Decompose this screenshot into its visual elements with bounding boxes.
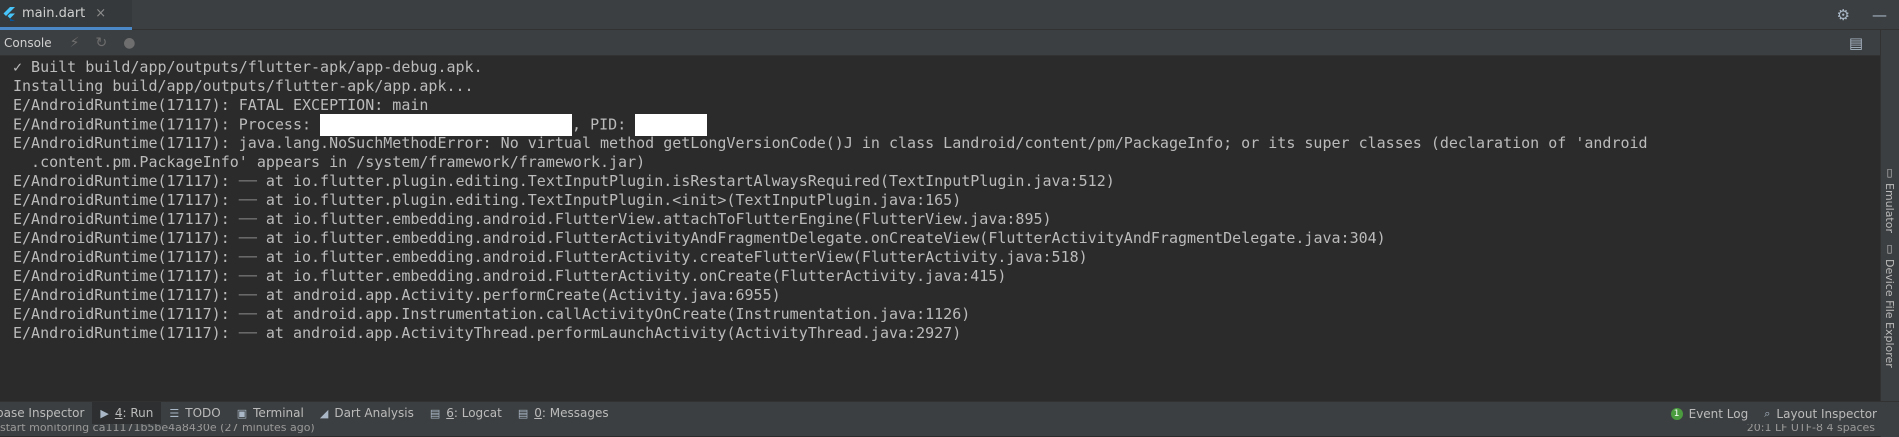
editor-tab-bar: main.dart × ⚙ — (0, 0, 1899, 30)
bottom-tool-tabs: base Inspector ▶ 4: Run ☰ TODO ▣ Termina… (0, 401, 1899, 425)
tab-event-log[interactable]: 1 Event Log (1663, 402, 1757, 425)
stack-line: E/AndroidRuntime(17117): ── at android.a… (13, 285, 781, 305)
log-prefix: E/AndroidRuntime(17117): (13, 305, 239, 323)
side-tool-label: Device File Explorer (1883, 259, 1896, 368)
tab-dart-analysis[interactable]: ◢ Dart Analysis (312, 402, 422, 425)
editor-tab-title: main.dart (22, 6, 86, 21)
console-line: Installing build/app/outputs/flutter-apk… (13, 77, 474, 95)
stack-frame-link[interactable]: at io.flutter.embedding.android.FlutterA… (266, 248, 1088, 266)
stack-line: E/AndroidRuntime(17117): ── at android.a… (13, 304, 970, 324)
lightning-icon[interactable]: ⚡ (70, 35, 80, 51)
tab-label: : Logcat (453, 406, 502, 420)
log-prefix: E/AndroidRuntime(17117): (13, 172, 239, 190)
log-prefix: E/AndroidRuntime(17117): (13, 210, 239, 228)
flutter-file-icon (3, 6, 15, 21)
layout-settings-icon[interactable]: ▤ (1849, 34, 1863, 52)
log-prefix: E/AndroidRuntime(17117): (13, 229, 239, 247)
tab-label: TODO (185, 406, 221, 420)
stack-frame-link[interactable]: at io.flutter.embedding.android.FlutterA… (266, 229, 1386, 247)
stack-frame-link[interactable]: at android.app.ActivityThread.performLau… (266, 324, 961, 342)
indent-arrow-icon: ── (238, 248, 257, 266)
emulator-icon: ▯ (1883, 166, 1896, 179)
console-line: E/AndroidRuntime(17117): java.lang.NoSuc… (13, 134, 1648, 152)
editor-tab-main-dart[interactable]: main.dart × (0, 0, 132, 30)
dart-analysis-icon: ◢ (319, 406, 329, 420)
stack-line: E/AndroidRuntime(17117): ── at io.flutte… (13, 190, 961, 210)
indent-arrow-icon: ── (238, 324, 257, 342)
layout-inspector-icon: ⌕ (1764, 406, 1771, 420)
hot-restart-icon[interactable]: ↻ (95, 35, 107, 51)
log-prefix: E/AndroidRuntime(17117): Process: (13, 115, 321, 134)
list-icon: ☰ (169, 406, 180, 420)
tab-todo[interactable]: ☰ TODO (161, 402, 228, 425)
log-prefix: E/AndroidRuntime(17117): (13, 267, 239, 285)
stack-line: E/AndroidRuntime(17117): ── at io.flutte… (13, 247, 1088, 267)
stack-line: E/AndroidRuntime(17117): ── at io.flutte… (13, 209, 1052, 229)
tab-logcat[interactable]: ▤ 6: Logcat (422, 402, 510, 425)
tab-label: Layout Inspector (1776, 406, 1877, 421)
tab-terminal[interactable]: ▣ Terminal (229, 402, 312, 425)
stack-line: E/AndroidRuntime(17117): ── at android.a… (13, 323, 961, 343)
console-line: ✓ Built build/app/outputs/flutter-apk/ap… (13, 58, 483, 76)
stack-line: E/AndroidRuntime(17117): ── at io.flutte… (13, 266, 1006, 286)
indent-arrow-icon: ── (238, 305, 257, 323)
tab-label: : Run (122, 406, 154, 420)
tab-label: : Messages (541, 406, 609, 420)
log-prefix: E/AndroidRuntime(17117): (13, 248, 239, 266)
stack-line: E/AndroidRuntime(17117): ── at io.flutte… (13, 228, 1386, 248)
tab-label: Terminal (253, 406, 304, 420)
status-info[interactable]: 20:1 LF UTF-8 4 spaces (1747, 424, 1875, 434)
side-tool-emulator[interactable]: ▯ Emulator (1883, 166, 1896, 233)
side-tool-device-file-explorer[interactable]: ▯ Device File Explorer (1883, 242, 1896, 368)
tab-number: 0 (534, 406, 542, 420)
logcat-icon: ▤ (429, 406, 441, 420)
pid-label: , PID: (572, 115, 636, 134)
stack-line: E/AndroidRuntime(17117): ── at io.flutte… (13, 171, 1115, 191)
tab-run[interactable]: ▶ 4: Run (92, 401, 162, 425)
tab-number: 6 (446, 406, 454, 420)
console-line: E/AndroidRuntime(17117): FATAL EXCEPTION… (13, 96, 429, 114)
device-file-explorer-icon: ▯ (1883, 242, 1896, 255)
stack-frame-link[interactable]: at io.flutter.plugin.editing.TextInputPl… (266, 172, 1115, 190)
stop-icon[interactable]: ● (123, 35, 135, 51)
log-prefix: E/AndroidRuntime(17117): (13, 286, 239, 304)
indent-arrow-icon: ── (238, 191, 257, 209)
console-tab[interactable]: Console (4, 36, 52, 50)
tab-number: 4 (114, 406, 123, 420)
right-tool-strip: ▯ Emulator ▯ Device File Explorer (1880, 30, 1899, 437)
stack-frame-link[interactable]: at io.flutter.plugin.editing.TextInputPl… (266, 191, 961, 209)
minimize-icon[interactable]: — (1872, 6, 1887, 24)
event-log-badge-icon: 1 (1670, 407, 1683, 420)
run-toolbar: Console ⚡ ↻ ● ▤ (0, 30, 1899, 56)
stack-frame-link[interactable]: at io.flutter.embedding.android.FlutterA… (266, 267, 1007, 285)
log-prefix: E/AndroidRuntime(17117): (13, 191, 239, 209)
log-prefix: E/AndroidRuntime(17117): (13, 324, 239, 342)
status-message: start monitoring ca11171b5be4a8430e (27 … (0, 424, 315, 434)
close-tab-icon[interactable]: × (95, 6, 106, 21)
run-icon: ▶ (100, 406, 109, 420)
stack-frame-link[interactable]: at android.app.Activity.performCreate(Ac… (266, 286, 781, 304)
indent-arrow-icon: ── (238, 172, 257, 190)
tab-base-inspector[interactable]: base Inspector (0, 402, 92, 425)
tab-label: Event Log (1688, 406, 1749, 421)
indent-arrow-icon: ── (238, 229, 257, 247)
side-tool-label: Emulator (1883, 183, 1896, 233)
messages-icon: ▤ (517, 406, 529, 420)
console-line: .content.pm.PackageInfo' appears in /sys… (13, 153, 646, 171)
console-scrollbar[interactable] (1872, 57, 1880, 437)
stack-frame-link[interactable]: at android.app.Instrumentation.callActiv… (266, 305, 970, 323)
terminal-icon: ▣ (236, 406, 248, 420)
indent-arrow-icon: ── (238, 267, 257, 285)
indent-arrow-icon: ── (238, 210, 257, 228)
gear-icon[interactable]: ⚙ (1837, 6, 1850, 24)
tab-label: base Inspector (0, 406, 85, 420)
tab-messages[interactable]: ▤ 0: Messages (510, 402, 617, 425)
tab-layout-inspector[interactable]: ⌕ Layout Inspector (1756, 402, 1899, 425)
console-output[interactable]: ✓ Built build/app/outputs/flutter-apk/ap… (0, 57, 1880, 437)
stack-frame-link[interactable]: at io.flutter.embedding.android.FlutterV… (266, 210, 1052, 228)
indent-arrow-icon: ── (238, 286, 257, 304)
tab-label: Dart Analysis (334, 406, 414, 420)
status-bar: start monitoring ca11171b5be4a8430e (27 … (0, 424, 1899, 436)
